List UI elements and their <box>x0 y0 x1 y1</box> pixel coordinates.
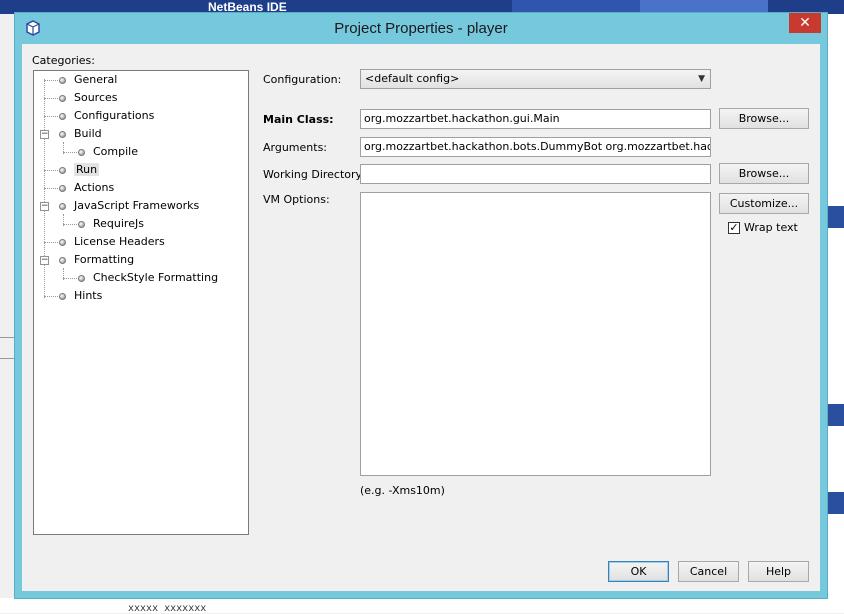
background-window-edge <box>828 14 844 613</box>
tree-connector <box>63 278 77 279</box>
tree-connector <box>63 224 77 225</box>
category-label: Sources <box>74 91 118 104</box>
node-icon <box>59 238 66 246</box>
working-directory-field[interactable] <box>360 164 711 184</box>
ok-button[interactable]: OK <box>608 561 669 582</box>
category-label: Formatting <box>74 253 135 266</box>
background-editor: xxxxx xxxxxxx <box>0 598 844 614</box>
browse-main-class-button[interactable]: Browse... <box>719 108 809 129</box>
dialog-title: Project Properties - player <box>334 20 508 37</box>
category-label: General <box>74 73 118 86</box>
category-checkstyle-formatting[interactable]: CheckStyle Formatting <box>78 270 218 286</box>
close-icon: ✕ <box>799 15 811 31</box>
node-icon <box>59 112 66 120</box>
wrap-text-label: Wrap text <box>744 221 798 234</box>
tree-connector <box>44 98 58 99</box>
node-icon <box>78 148 85 156</box>
configuration-select[interactable]: <default config> ▼ <box>360 69 711 89</box>
configuration-value: <default config> <box>365 72 460 85</box>
category-hints[interactable]: Hints <box>59 288 102 304</box>
categories-tree[interactable]: − − − General Sources Configurations Bui… <box>33 70 249 535</box>
arguments-field[interactable]: org.mozzartbet.hackathon.bots.DummyBot o… <box>360 137 711 157</box>
tree-connector <box>44 80 58 81</box>
title-bar[interactable]: Project Properties - player ✕ <box>15 13 827 44</box>
background-divider <box>0 337 14 338</box>
category-label: RequireJs <box>93 217 144 230</box>
help-button[interactable]: Help <box>748 561 809 582</box>
node-icon <box>59 184 66 192</box>
working-directory-label: Working Directory: <box>263 168 365 181</box>
tree-connector <box>44 170 58 171</box>
category-label: Compile <box>93 145 138 158</box>
project-properties-dialog: Project Properties - player ✕ Categories… <box>14 12 828 599</box>
node-icon <box>78 274 85 282</box>
customize-button[interactable]: Customize... <box>719 193 809 214</box>
node-icon <box>59 76 66 84</box>
collapse-icon[interactable]: − <box>40 130 49 139</box>
category-label: CheckStyle Formatting <box>93 271 219 284</box>
collapse-icon[interactable]: − <box>40 202 49 211</box>
checkmark-icon: ✓ <box>729 221 739 234</box>
category-build[interactable]: Build <box>59 126 102 142</box>
node-icon <box>59 166 66 174</box>
background-divider <box>0 358 14 359</box>
tree-connector <box>63 152 77 153</box>
category-license-headers[interactable]: License Headers <box>59 234 165 250</box>
tree-connector <box>44 296 58 297</box>
wrap-text-checkbox[interactable]: ✓ <box>728 222 740 234</box>
arguments-label: Arguments: <box>263 141 328 154</box>
category-label: Actions <box>74 181 115 194</box>
category-label: Configurations <box>74 109 155 122</box>
tree-connector <box>44 116 58 117</box>
tree-connector <box>44 242 58 243</box>
category-general[interactable]: General <box>59 72 117 88</box>
collapse-icon[interactable]: − <box>40 256 49 265</box>
category-javascript-frameworks[interactable]: JavaScript Frameworks <box>59 198 199 214</box>
browse-working-directory-button[interactable]: Browse... <box>719 163 809 184</box>
background-code: xxxxx xxxxxxx <box>128 603 207 614</box>
vm-options-textarea[interactable] <box>360 192 711 476</box>
category-label: Hints <box>74 289 103 302</box>
category-label: Build <box>74 127 102 140</box>
category-compile[interactable]: Compile <box>78 144 138 160</box>
category-formatting[interactable]: Formatting <box>59 252 134 268</box>
vm-options-label: VM Options: <box>263 193 330 206</box>
node-icon <box>59 256 66 264</box>
close-button[interactable]: ✕ <box>789 13 821 33</box>
category-label: Run <box>74 163 100 176</box>
main-class-field[interactable]: org.mozzartbet.hackathon.gui.Main <box>360 109 711 129</box>
dialog-body: Categories: − − − General Sources Config… <box>22 44 820 591</box>
category-label: JavaScript Frameworks <box>74 199 200 212</box>
node-icon <box>59 202 66 210</box>
chevron-down-icon: ▼ <box>698 74 705 84</box>
main-class-label: Main Class: <box>263 113 334 126</box>
category-sources[interactable]: Sources <box>59 90 118 106</box>
node-icon <box>78 220 85 228</box>
category-run[interactable]: Run <box>59 162 100 178</box>
categories-label: Categories: <box>32 54 95 67</box>
category-label: License Headers <box>74 235 165 248</box>
tree-connector <box>44 188 58 189</box>
node-icon <box>59 292 66 300</box>
category-requirejs[interactable]: RequireJs <box>78 216 144 232</box>
node-icon <box>59 130 66 138</box>
cancel-button[interactable]: Cancel <box>678 561 739 582</box>
category-configurations[interactable]: Configurations <box>59 108 154 124</box>
configuration-label: Configuration: <box>263 73 342 86</box>
node-icon <box>59 94 66 102</box>
vm-options-hint: (e.g. -Xms10m) <box>360 484 445 497</box>
category-actions[interactable]: Actions <box>59 180 114 196</box>
